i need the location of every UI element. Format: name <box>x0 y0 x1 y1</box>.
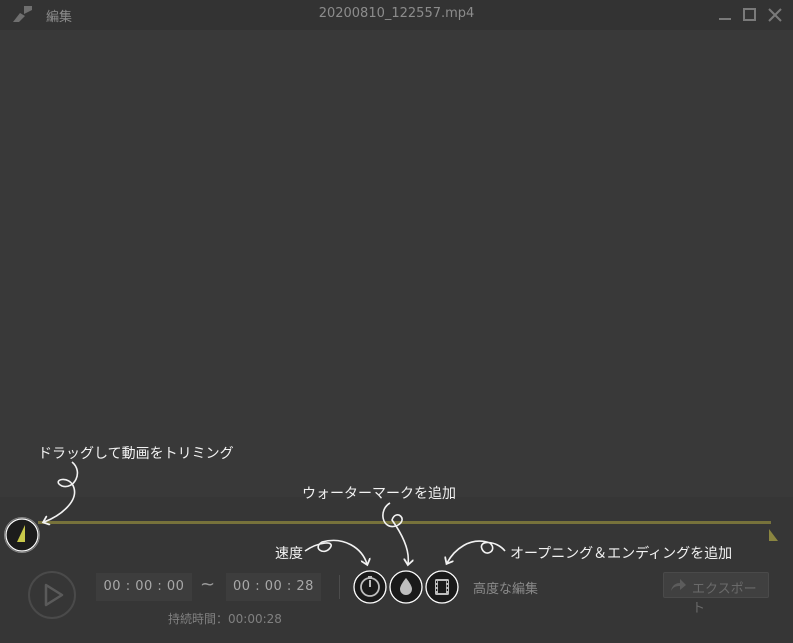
end-time-field[interactable]: 00 : 00 : 28 <box>226 573 321 601</box>
watermark-tip: ウォーターマークを追加 <box>302 486 456 502</box>
start-time-field[interactable]: 00 : 00 : 00 <box>96 573 192 601</box>
opening-tip: オープニング＆エンディングを追加 <box>510 546 733 562</box>
trim-start-handle[interactable] <box>4 517 40 553</box>
file-title: 20200810_122557.mp4 <box>318 6 475 21</box>
video-preview <box>0 30 793 497</box>
maximize-icon[interactable] <box>740 6 758 24</box>
drop-icon[interactable] <box>389 570 423 604</box>
close-icon[interactable] <box>766 6 784 24</box>
speed-tip: 速度 <box>275 546 303 562</box>
toolbar-divider <box>339 575 340 599</box>
duration-label: 持続時間：00:00:28 <box>168 612 282 626</box>
trim-track[interactable] <box>38 521 771 524</box>
minimize-icon[interactable] <box>716 6 734 24</box>
speedometer-icon[interactable] <box>353 570 387 604</box>
film-icon[interactable] <box>425 570 459 604</box>
advanced-edit-link[interactable]: 高度な編集 <box>473 578 538 597</box>
trim-end-handle[interactable] <box>766 521 780 543</box>
share-arrow-icon <box>671 579 686 591</box>
trim-tip: ドラッグして動画をトリミング <box>38 446 234 462</box>
time-range-separator: ~ <box>200 574 216 595</box>
export-button[interactable]: エクスポート <box>663 572 769 616</box>
play-button[interactable] <box>27 570 77 620</box>
title-bar: 編集 20200810_122557.mp4 <box>0 0 793 30</box>
export-label: エクスポート <box>692 582 757 616</box>
